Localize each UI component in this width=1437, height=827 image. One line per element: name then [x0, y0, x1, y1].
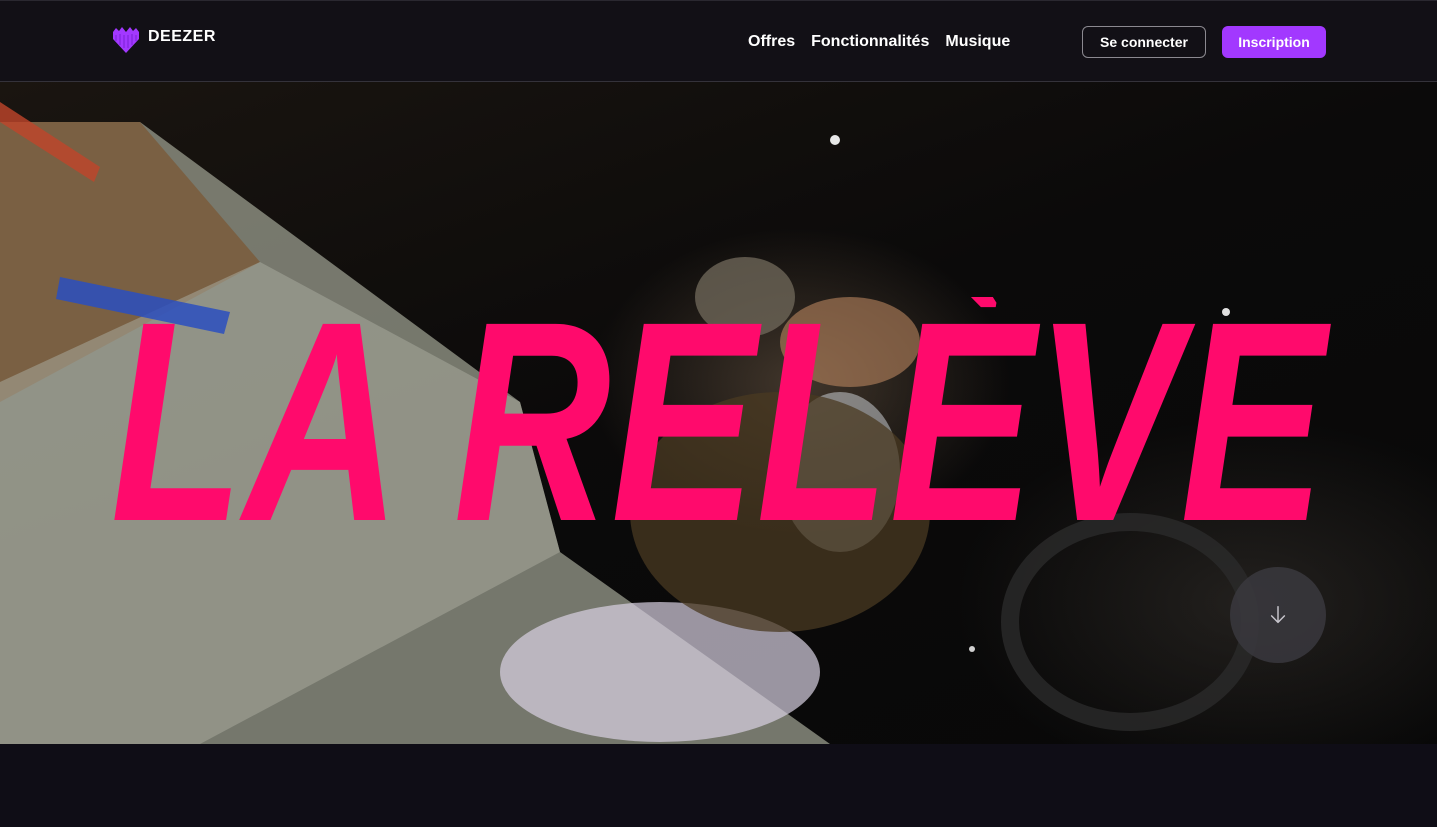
site-header: DEEZER Offres Fonctionnalités Musique Se… — [0, 0, 1437, 82]
nav-link-fonctionnalites[interactable]: Fonctionnalités — [811, 32, 929, 52]
hero-title-text: LA RELÈVE — [111, 297, 1334, 527]
hero-title: LA RELÈVE — [0, 297, 1437, 527]
deezer-logo[interactable]: DEEZER — [110, 23, 216, 55]
scroll-down-button[interactable] — [1230, 567, 1326, 663]
main-nav: Offres Fonctionnalités Musique — [748, 32, 1010, 52]
logo-wordmark: DEEZER — [148, 28, 216, 45]
arrow-down-icon — [1270, 606, 1286, 624]
hero-section: LA RELÈVE — [0, 82, 1437, 744]
deezer-heart-icon — [113, 27, 139, 53]
page-content-area — [0, 744, 1437, 827]
nav-link-offres[interactable]: Offres — [748, 32, 795, 52]
nav-link-musique[interactable]: Musique — [945, 32, 1010, 52]
signup-button[interactable]: Inscription — [1222, 26, 1326, 58]
login-button[interactable]: Se connecter — [1082, 26, 1206, 58]
